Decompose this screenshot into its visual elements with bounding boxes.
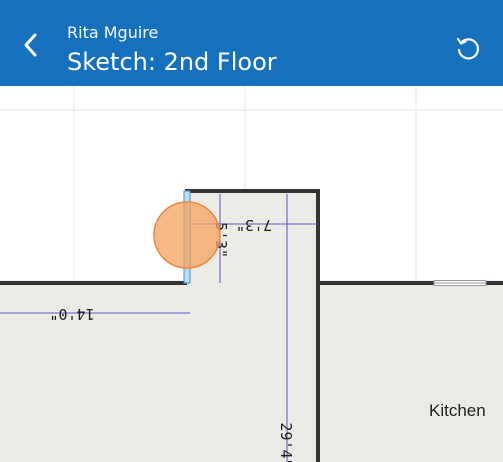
dimension-label-alcove-width[interactable]: 7'3" (236, 216, 272, 234)
window[interactable] (433, 280, 487, 286)
page-title: Sketch: 2nd Floor (67, 48, 277, 76)
customer-name: Rita Mguire (67, 23, 159, 42)
dimension-label-vertical-wall[interactable]: 29'4" (277, 422, 295, 462)
dimension-label-left-wall[interactable]: 14'0" (49, 305, 94, 323)
drag-handle[interactable] (153, 201, 221, 269)
app-header: Rita Mguire Sketch: 2nd Floor (0, 0, 503, 86)
reset-button[interactable] (451, 31, 485, 65)
room-label[interactable]: Kitchen (429, 401, 486, 420)
rotate-ccw-icon (456, 37, 479, 60)
chevron-left-icon (24, 33, 37, 57)
back-button[interactable] (14, 28, 48, 62)
sketch-canvas[interactable]: 7'3" 5'3" 14'0" 29'4" Kitchen (0, 86, 503, 462)
